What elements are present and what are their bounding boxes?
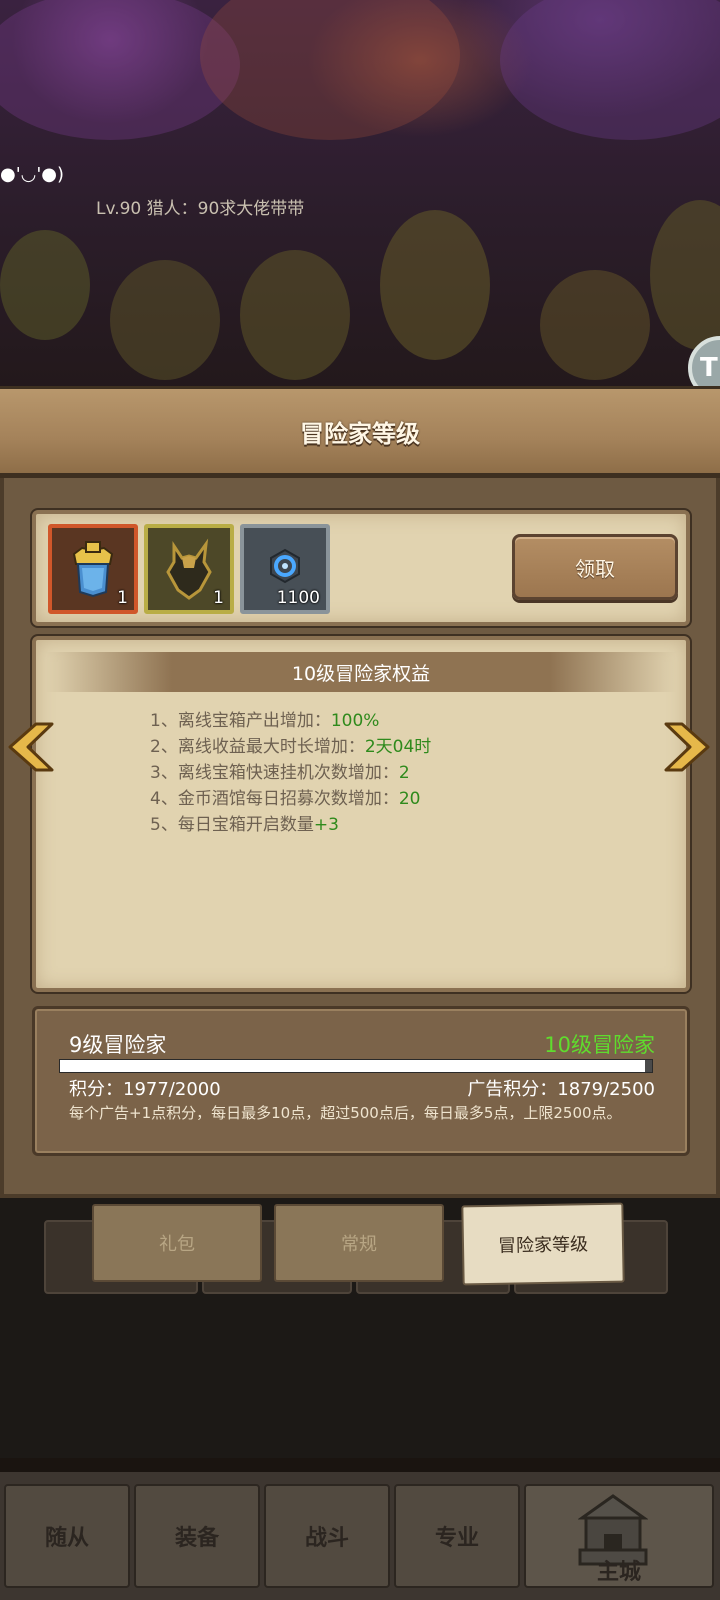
points-text: 积分：1977/2000: [69, 1079, 221, 1100]
adventurer-level-panel: 冒险家等级 1 1 1100 领取 10级冒险家权益 1、离线宝箱产出增加：10…: [0, 386, 720, 1198]
nav-battle[interactable]: 战斗: [264, 1484, 390, 1588]
nav-profession[interactable]: 专业: [394, 1484, 520, 1588]
nav-main-city-label: 主城: [596, 1560, 641, 1585]
tab-gift-pack[interactable]: 礼包: [92, 1204, 262, 1282]
benefit-item: 4、金币酒馆每日招募次数增加：20: [150, 789, 421, 809]
benefits-card: 10级冒险家权益 1、离线宝箱产出增加：100% 2、离线收益最大时长增加：2天…: [32, 636, 690, 992]
reward-slot-armor[interactable]: 1: [48, 524, 138, 614]
benefits-list: 1、离线宝箱产出增加：100% 2、离线收益最大时长增加：2天04时 3、离线宝…: [150, 708, 431, 838]
level-progress-box: 9级冒险家 10级冒险家 积分：1977/2000 广告积分：1879/2500…: [32, 1006, 690, 1156]
nav-followers[interactable]: 随从: [4, 1484, 130, 1588]
benefit-item: 1、离线宝箱产出增加：100%: [150, 711, 380, 731]
panel-title-bar: 冒险家等级: [0, 386, 720, 478]
reward-slot-shoulder[interactable]: 1: [144, 524, 234, 614]
next-level: 10级冒险家: [544, 1033, 655, 1057]
claim-button[interactable]: 领取: [512, 534, 678, 600]
reward-qty: 1: [117, 588, 128, 608]
prev-level-arrow-icon[interactable]: [6, 722, 54, 772]
next-level-arrow-icon[interactable]: [664, 722, 712, 772]
tab-adventurer-level[interactable]: 冒险家等级: [461, 1202, 625, 1286]
benefit-item: 3、离线宝箱快速挂机次数增加：2: [150, 763, 410, 783]
rewards-row: 1 1 1100 领取: [32, 510, 690, 626]
reward-qty: 1: [213, 588, 224, 608]
game-scene-background: ●'◡'●) Lv.90 猎人：90求大佬带带 T: [0, 0, 720, 400]
tab-area: 礼包 常规 冒险家等级: [0, 1198, 720, 1458]
benefit-item: 5、每日宝箱开启数量+3: [150, 815, 339, 835]
nav-main-city[interactable]: 主城: [524, 1484, 714, 1588]
points-note: 每个广告+1点积分，每日最多10点，超过500点后，每日最多5点，上限2500点…: [69, 1104, 622, 1122]
current-level: 9级冒险家: [69, 1033, 167, 1057]
reward-qty: 1100: [276, 588, 320, 608]
player-emote: ●'◡'●): [0, 164, 65, 185]
tab-regular[interactable]: 常规: [274, 1204, 444, 1282]
nav-equipment[interactable]: 装备: [134, 1484, 260, 1588]
ad-points-text: 广告积分：1879/2500: [467, 1079, 655, 1100]
progress-bar: [59, 1059, 653, 1073]
benefits-title: 10级冒险家权益: [46, 652, 676, 692]
panel-title: 冒险家等级: [300, 419, 420, 448]
progress-bar-fill: [60, 1060, 646, 1072]
reward-slot-gem[interactable]: 1100: [240, 524, 330, 614]
benefit-item: 2、离线收益最大时长增加：2天04时: [150, 737, 432, 757]
player-info: Lv.90 猎人：90求大佬带带: [96, 199, 305, 219]
bottom-nav: 随从 装备 战斗 专业 主城: [0, 1472, 720, 1600]
badge-letter: T: [700, 353, 718, 383]
